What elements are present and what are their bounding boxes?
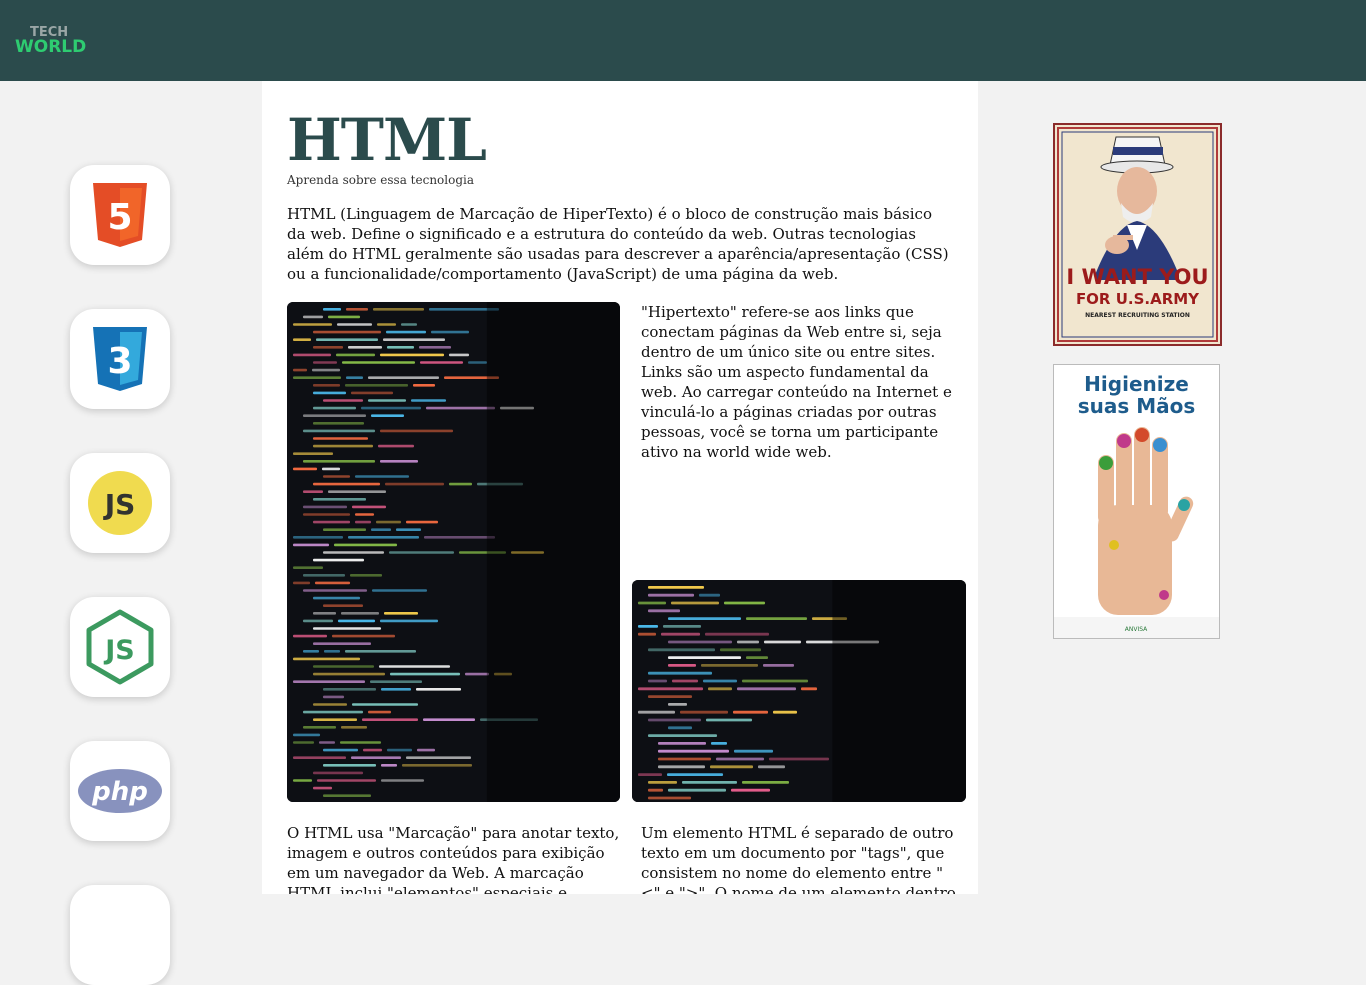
techworld-logo[interactable]: TECH WORLD (15, 26, 95, 56)
hygiene-footer: ANVISA (1125, 626, 1148, 633)
css3-icon-label: 3 (107, 341, 132, 382)
markup-paragraph: O HTML usa "Marcação" para anotar texto,… (287, 824, 620, 894)
css3-icon: 3 (93, 327, 147, 391)
javascript-button[interactable]: JS (70, 453, 170, 553)
html-code-picture (632, 580, 966, 802)
nodejs-button[interactable]: JS (70, 597, 170, 697)
php-button[interactable]: php (70, 741, 170, 841)
html-code-image (632, 580, 966, 802)
css3-button[interactable]: 3 (70, 309, 170, 409)
logo-world-text: WORLD (15, 37, 87, 57)
nodejs-icon: JS (86, 609, 154, 685)
ads-sidebar: I WANT YOU FOR U.S.ARMY NEAREST RECRUITI… (978, 81, 1366, 894)
page-subtitle: Aprenda sobre essa tecnologia (287, 173, 475, 187)
more-tech-button[interactable] (70, 885, 170, 985)
nodejs-icon-label: JS (103, 635, 135, 666)
hand-hygiene-poster[interactable]: Higienize suas Mãos ANVISA (1053, 364, 1220, 639)
html5-icon: 5 (93, 183, 147, 247)
html5-icon-label: 5 (107, 197, 132, 238)
top-header: TECH WORLD (0, 0, 1366, 81)
army-poster-subline: FOR U.S.ARMY (1075, 290, 1200, 308)
hypertext-paragraph: "Hipertexto" refere-se aos links que con… (641, 303, 952, 461)
javascript-icon: JS (88, 471, 152, 535)
hand-picture: ANVISA (1054, 427, 1219, 638)
css-code-image (287, 302, 620, 802)
technology-sidebar: 5 3 JS JS php (0, 81, 262, 985)
css-code-picture (287, 302, 620, 802)
tags-paragraph: Um elemento HTML é separado de outro tex… (641, 824, 956, 894)
html5-button[interactable]: 5 (70, 165, 170, 265)
army-poster-headline: I WANT YOU (1066, 265, 1209, 289)
page-title: HTML (287, 106, 487, 174)
intro-paragraph: HTML (Linguagem de Marcação de HiperText… (287, 205, 949, 283)
php-icon: php (78, 769, 162, 813)
php-icon-label: php (91, 777, 148, 807)
army-poster-footer: NEAREST RECRUITING STATION (1085, 312, 1190, 319)
javascript-icon-label: JS (103, 488, 136, 521)
article-content: HTML Aprenda sobre essa tecnologia HTML … (262, 81, 978, 894)
army-poster[interactable]: I WANT YOU FOR U.S.ARMY NEAREST RECRUITI… (1053, 123, 1222, 346)
